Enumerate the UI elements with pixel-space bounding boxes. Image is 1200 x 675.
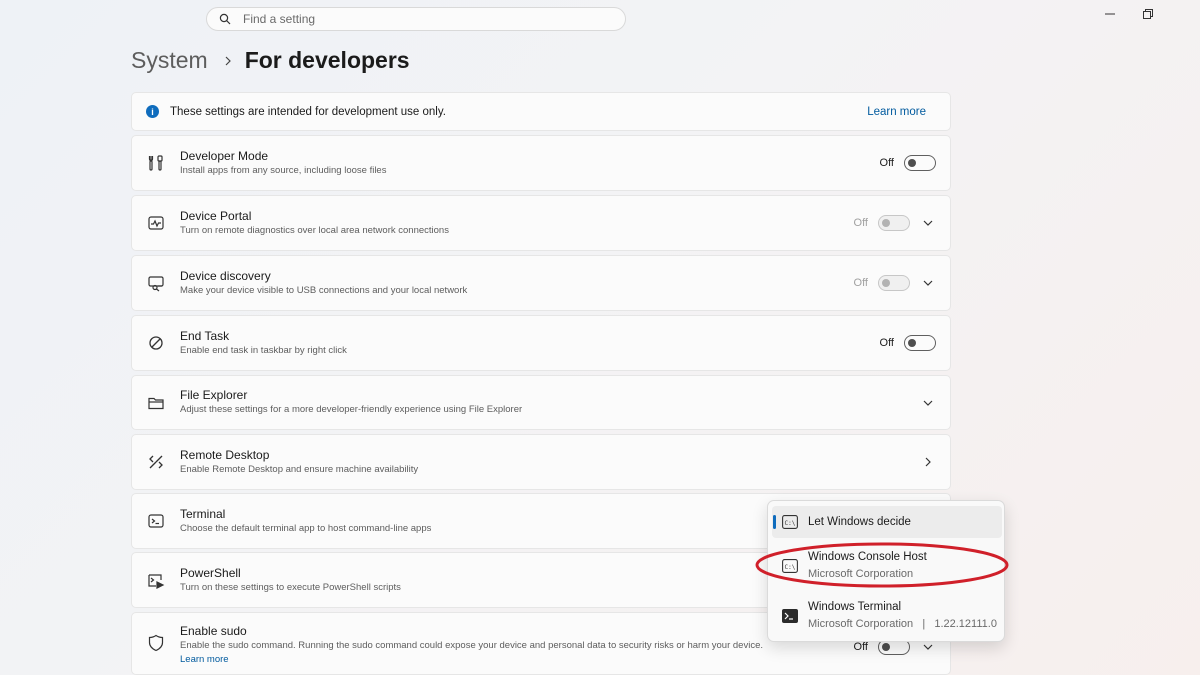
annotation-ellipse (755, 542, 1009, 588)
shield-icon (132, 624, 180, 652)
device-portal-toggle[interactable] (878, 215, 910, 231)
learn-more-link[interactable]: Learn more (867, 106, 926, 118)
selection-indicator (773, 515, 776, 529)
setting-title: Device Portal (180, 208, 252, 223)
info-text: These settings are intended for developm… (170, 105, 446, 118)
device-discovery-toggle[interactable] (878, 275, 910, 291)
setting-remote-desktop[interactable]: Remote Desktop Enable Remote Desktop and… (131, 434, 951, 490)
setting-title: Device discovery (180, 268, 271, 283)
chevron-down-icon[interactable] (920, 395, 936, 411)
setting-file-explorer[interactable]: File Explorer Adjust these settings for … (131, 375, 951, 430)
minimize-icon[interactable] (1098, 6, 1122, 22)
setting-title: Remote Desktop (180, 447, 270, 462)
toggle-state-label: Off (853, 641, 868, 653)
terminal-icon (132, 512, 180, 530)
powershell-icon (132, 571, 180, 589)
setting-device-portal: Device Portal Turn on remote diagnostics… (131, 195, 951, 251)
toggle-state-label: Off (879, 157, 894, 169)
windows-terminal-icon (772, 609, 808, 623)
developer-mode-toggle[interactable] (904, 155, 936, 171)
breadcrumb-parent[interactable]: System (131, 47, 208, 74)
setting-description: Enable the sudo command. Running the sud… (180, 640, 763, 651)
folder-icon (132, 394, 180, 412)
setting-description: Install apps from any source, including … (180, 164, 387, 176)
info-bar: i These settings are intended for develo… (131, 92, 951, 131)
console-icon: C:\ (772, 515, 808, 529)
svg-text:C:\: C:\ (785, 520, 796, 527)
page-title: For developers (244, 47, 410, 73)
setting-device-discovery: Device discovery Make your device visibl… (131, 255, 951, 311)
device-discovery-icon (132, 274, 180, 292)
breadcrumb: System For developers (131, 47, 410, 74)
end-task-icon (132, 334, 180, 352)
chevron-right-icon (224, 56, 232, 66)
search-icon (219, 12, 233, 26)
chevron-down-icon[interactable] (920, 215, 936, 231)
setting-title: Developer Mode (180, 148, 269, 163)
setting-title: File Explorer (180, 388, 248, 402)
device-portal-icon (132, 214, 180, 232)
setting-description: Enable end task in taskbar by right clic… (180, 344, 347, 356)
toggle-state-label: Off (853, 217, 868, 229)
info-icon: i (146, 105, 159, 118)
restore-icon[interactable] (1136, 6, 1160, 22)
chevron-down-icon[interactable] (920, 275, 936, 291)
setting-title: Enable sudo (180, 624, 247, 638)
developer-tools-icon (132, 154, 180, 172)
setting-description: Make your device visible to USB connecti… (180, 284, 468, 296)
chevron-right-icon[interactable] (920, 454, 936, 470)
end-task-toggle[interactable] (904, 335, 936, 351)
toggle-state-label: Off (879, 337, 894, 349)
setting-title: End Task (180, 328, 230, 343)
option-publisher: Microsoft Corporation | 1.22.12111.0 (808, 618, 997, 630)
setting-end-task: End Task Enable end task in taskbar by r… (131, 315, 951, 371)
option-name: Let Windows decide (808, 515, 911, 528)
toggle-state-label: Off (853, 277, 868, 289)
learn-more-link[interactable]: Learn more (180, 653, 854, 666)
option-name: Windows Terminal (808, 601, 902, 613)
dropdown-option-let-windows-decide[interactable]: C:\ Let Windows decide (772, 506, 1002, 538)
remote-desktop-icon (132, 453, 180, 471)
search-input[interactable] (241, 11, 605, 27)
setting-description: Adjust these settings for a more develop… (180, 404, 523, 415)
setting-description: Enable Remote Desktop and ensure machine… (180, 463, 419, 475)
settings-search-box[interactable] (206, 7, 626, 31)
setting-description: Turn on remote diagnostics over local ar… (180, 224, 449, 236)
setting-developer-mode: Developer Mode Install apps from any sou… (131, 135, 951, 191)
dropdown-option-windows-terminal[interactable]: Windows Terminal Microsoft Corporation |… (772, 597, 1002, 635)
